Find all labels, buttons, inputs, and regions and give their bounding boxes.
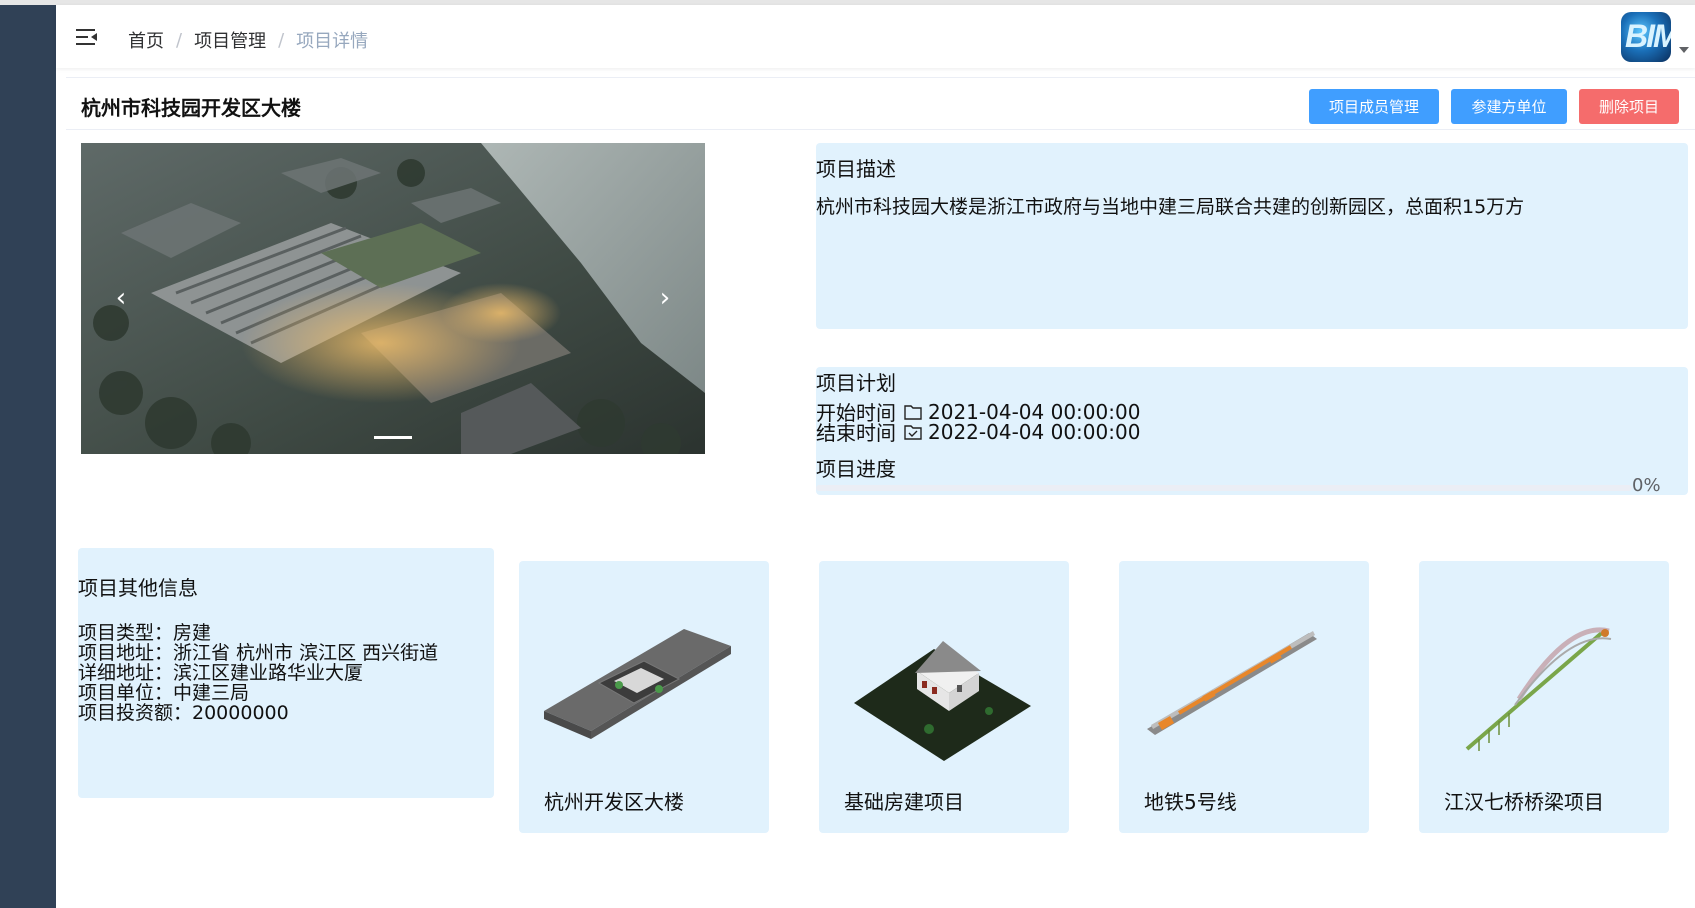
project-type-line: 项目类型：房建 (78, 622, 212, 644)
project-members-button[interactable]: 项目成员管理 (1309, 89, 1439, 124)
breadcrumb-project-management[interactable]: 项目管理 (194, 27, 266, 53)
breadcrumb: 首页 / 项目管理 / 项目详情 (128, 27, 368, 53)
avatar-logo-text: BIM (1625, 18, 1671, 54)
breadcrumb-home[interactable]: 首页 (128, 27, 164, 53)
image-carousel[interactable]: ‹ › (81, 143, 705, 454)
avatar[interactable]: BIM (1621, 12, 1671, 62)
project-title: 杭州市科技园开发区大楼 (81, 96, 301, 120)
navbar: 首页 / 项目管理 / 项目详情 BIM (56, 5, 1695, 68)
folder-checked-icon (904, 424, 922, 440)
project-unit-line: 项目单位：中建三局 (78, 682, 250, 704)
caret-down-icon[interactable] (1679, 47, 1689, 53)
breadcrumb-separator: / (278, 29, 285, 51)
model-name: 基础房建项目 (844, 790, 964, 814)
model-thumbnail (1465, 627, 1612, 751)
menu-fold-icon[interactable] (76, 27, 98, 47)
carousel-indicator[interactable] (374, 436, 412, 439)
model-card[interactable]: 江汉七桥桥梁项目 (1419, 561, 1669, 833)
other-info-title: 项目其他信息 (78, 576, 198, 600)
end-time-value: 2022-04-04 00:00:00 (928, 419, 1141, 444)
breadcrumb-separator: / (176, 29, 183, 51)
description-panel: 项目描述 杭州市科技园大楼是浙江市政府与当地中建三局联合共建的创新园区，总面积1… (816, 143, 1688, 329)
plan-panel: 项目计划 开始时间 2021-04-04 00:00:00 结束时间 2022-… (816, 367, 1688, 496)
plan-title: 项目计划 (816, 371, 896, 395)
model-name: 杭州开发区大楼 (544, 790, 684, 814)
detail-address-line: 详细地址：滨江区建业路华业大厦 (78, 662, 364, 684)
description-title: 项目描述 (816, 157, 896, 181)
model-name: 地铁5号线 (1144, 790, 1237, 814)
end-time-row: 结束时间 2022-04-04 00:00:00 (816, 417, 1140, 446)
carousel-next-icon[interactable]: › (650, 283, 680, 313)
breadcrumb-project-detail: 项目详情 (296, 31, 369, 52)
model-thumbnail (854, 641, 1031, 761)
aerial-view-image (81, 143, 705, 454)
model-thumbnail (1147, 631, 1317, 735)
progress-bar (816, 485, 1632, 491)
model-thumbnail (544, 629, 731, 739)
carousel-prev-icon[interactable]: ‹ (106, 283, 136, 313)
model-card[interactable]: 杭州开发区大楼 (519, 561, 769, 833)
card-header: 杭州市科技园开发区大楼 项目成员管理 参建方单位 删除项目 (66, 78, 1695, 130)
investment-line: 项目投资额：20000000 (78, 702, 289, 724)
project-address-line: 项目地址：浙江省 杭州市 滨江区 西兴街道 (78, 642, 439, 664)
description-text: 杭州市科技园大楼是浙江市政府与当地中建三局联合共建的创新园区，总面积15万方 (816, 196, 1525, 218)
end-time-label: 结束时间 (816, 421, 896, 445)
progress-title: 项目进度 (816, 457, 896, 481)
model-name: 江汉七桥桥梁项目 (1444, 790, 1604, 814)
partner-units-button[interactable]: 参建方单位 (1451, 89, 1567, 124)
sidebar (0, 5, 56, 908)
progress-text: 0% (1632, 475, 1661, 496)
model-card[interactable]: 基础房建项目 (819, 561, 1069, 833)
model-card[interactable]: 地铁5号线 (1119, 561, 1369, 833)
other-info-panel: 项目其他信息 项目类型：房建 项目地址：浙江省 杭州市 滨江区 西兴街道 详细地… (78, 548, 494, 798)
delete-project-button[interactable]: 删除项目 (1579, 89, 1679, 124)
